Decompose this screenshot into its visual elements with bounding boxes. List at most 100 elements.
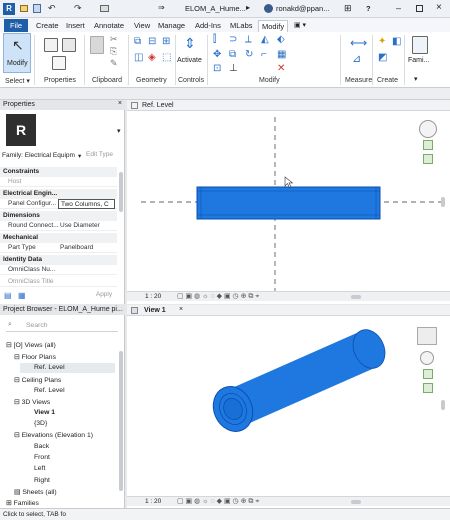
view-top-vscroll[interactable] [441, 197, 445, 207]
tree-sheets[interactable]: ▤ Sheets (all) [14, 488, 57, 496]
plan-canvas[interactable] [127, 111, 450, 293]
navbar-pan-icon[interactable] [423, 154, 433, 164]
app-logo-icon[interactable]: R [3, 3, 15, 15]
rotate-icon[interactable]: ↻ [245, 49, 253, 60]
split-face-icon[interactable]: ◈ [148, 52, 156, 63]
family-dropdown-icon[interactable]: ▾ [78, 152, 81, 160]
navbar-3d-orbit-icon[interactable] [420, 351, 434, 365]
measure-icon[interactable]: ⟷ [350, 36, 367, 50]
navbar-3d-pan-icon[interactable] [423, 383, 433, 393]
edit-type-button[interactable]: Edit Type [86, 151, 122, 162]
open-icon[interactable] [20, 5, 28, 12]
user-icon[interactable] [264, 4, 273, 13]
cart-icon[interactable]: ⊞ [344, 3, 352, 14]
tree-floor-plan-ref-level[interactable]: Ref. Level [20, 363, 115, 373]
cut-geometry-icon[interactable]: ⊟ [148, 36, 156, 47]
copy-element-icon[interactable]: ⧉ [229, 49, 236, 60]
offset-icon[interactable]: ⊃ [229, 34, 237, 45]
section-constraints[interactable]: Constraints [0, 167, 117, 177]
tab-create[interactable]: Create [33, 20, 62, 31]
viewcube-3d-icon[interactable] [417, 327, 437, 345]
view-3d-vscroll[interactable] [441, 400, 445, 410]
print-icon[interactable] [100, 5, 109, 12]
paste-icon[interactable] [90, 36, 104, 54]
activate-icon[interactable]: ⇕ [184, 35, 196, 52]
section-mechanical[interactable]: Mechanical [0, 233, 117, 243]
tree-elevations[interactable]: ⊟ Elevations (Elevation 1) [14, 431, 93, 439]
tree-3d-views[interactable]: ⊟ 3D Views [14, 398, 50, 406]
browser-scrollbar[interactable] [119, 351, 123, 491]
copy-icon[interactable]: ⎘ [110, 46, 117, 57]
tree-elevation-right[interactable]: Right [34, 477, 50, 484]
navbar-zoom-icon[interactable] [423, 140, 433, 150]
ribbon-expand-icon[interactable]: ▾ [414, 75, 418, 83]
tab-file[interactable]: File [4, 19, 29, 32]
save-icon[interactable] [33, 4, 41, 13]
close-icon[interactable]: × [436, 2, 442, 13]
section-dimensions[interactable]: Dimensions [0, 211, 117, 221]
3d-canvas[interactable] [127, 316, 450, 496]
restore-icon[interactable] [416, 5, 423, 12]
section-identity[interactable]: Identity Data [0, 255, 117, 265]
view-top-controls-icons[interactable]: ▢ ▣ ◍ ☼ ◌ ◆ ▣ ◷ ⊕ ⧉ ⌖ [177, 292, 259, 301]
trim-icon[interactable]: ⌐ [261, 49, 267, 60]
redo-icon[interactable]: ↷ [74, 3, 82, 14]
round-connector-value[interactable]: Use Diameter [60, 222, 100, 229]
create-similar-icon[interactable]: ✦ [378, 36, 386, 47]
activate-label[interactable]: Activate [177, 57, 202, 64]
mirror-axis-icon[interactable]: ⟂ [245, 34, 252, 45]
type-selector-arrow-icon[interactable]: ▾ [117, 127, 121, 135]
user-name[interactable]: ronakd@ppan... [276, 4, 329, 13]
dimension-icon[interactable]: ⊿ [352, 52, 361, 65]
properties-filter-icon[interactable]: ▦ [18, 291, 26, 300]
view-tab-ref-level[interactable]: Ref. Level [142, 102, 174, 109]
select-dropdown[interactable]: Select ▾ [5, 77, 30, 85]
view-3d-hscroll[interactable] [351, 500, 361, 504]
type-properties-icon[interactable] [62, 38, 76, 52]
demolish-icon[interactable]: ⬚ [162, 52, 171, 63]
tab-manage[interactable]: Manage [155, 20, 188, 31]
match-icon[interactable]: ✎ [110, 58, 118, 69]
panel-config-value[interactable]: Two Columns, C [58, 199, 115, 209]
view-tab-close-icon[interactable]: × [179, 306, 183, 313]
create-group-icon[interactable]: ◩ [378, 52, 387, 63]
modify-button[interactable]: ↖ Modify [3, 33, 31, 73]
tab-modify[interactable]: Modify [258, 20, 289, 32]
split-icon[interactable]: ⬖ [277, 34, 285, 45]
tab-annotate[interactable]: Annotate [91, 20, 127, 31]
mirror-draw-icon[interactable]: ◭ [261, 34, 269, 45]
align-icon[interactable]: ⫿ [213, 34, 216, 45]
delete-icon[interactable]: ✕ [277, 63, 285, 74]
viewcube-icon[interactable] [419, 120, 437, 138]
family-types-icon[interactable] [52, 56, 66, 70]
tab-view[interactable]: View [131, 20, 153, 31]
section-electrical[interactable]: Electrical Engin... [0, 189, 117, 199]
tab-mlabs[interactable]: MLabs [227, 20, 256, 31]
array-icon[interactable]: ▦ [277, 49, 286, 60]
properties-icon[interactable] [44, 38, 58, 52]
view-3d-controls-icons[interactable]: ▢ ▣ ◍ ☼ ◌ ◆ ▣ ◷ ⊕ ⧉ ⌖ [177, 497, 259, 506]
tree-view1[interactable]: View 1 [34, 409, 55, 416]
tab-insert[interactable]: Insert [63, 20, 88, 31]
join-icon[interactable]: ⧉ [134, 36, 141, 47]
family-editor-icon[interactable] [412, 36, 428, 54]
view-top-scale[interactable]: 1 : 20 [145, 293, 161, 300]
move-icon[interactable]: ✥ [213, 49, 221, 60]
properties-close-icon[interactable]: × [118, 100, 122, 107]
paint-icon[interactable]: ◫ [134, 52, 143, 63]
browser-search-box[interactable]: ⌕ Search [6, 320, 118, 332]
tree-families[interactable]: ⊞ Families [6, 499, 39, 507]
title-arrow-icon[interactable]: ▸ [246, 3, 250, 12]
part-type-value[interactable]: Panelboard [60, 244, 93, 251]
navbar-3d-zoom-icon[interactable] [423, 369, 433, 379]
tree-ceiling-plan-ref-level[interactable]: Ref. Level [34, 387, 65, 394]
tree-elevation-back[interactable]: Back [34, 443, 49, 450]
family-selector[interactable]: Family: Electrical Equipm [2, 152, 82, 163]
tree-floor-plans[interactable]: ⊟ Floor Plans [14, 353, 56, 361]
pin-icon[interactable]: ⊥ [229, 63, 238, 74]
apply-button[interactable]: Apply [88, 291, 120, 302]
undo-icon[interactable]: ↶ [48, 3, 56, 14]
tree-views-all[interactable]: ⊟ [O] Views (all) [6, 341, 56, 349]
tab-add-ins[interactable]: Add-Ins [192, 20, 224, 31]
tree-elevation-front[interactable]: Front [34, 454, 50, 461]
